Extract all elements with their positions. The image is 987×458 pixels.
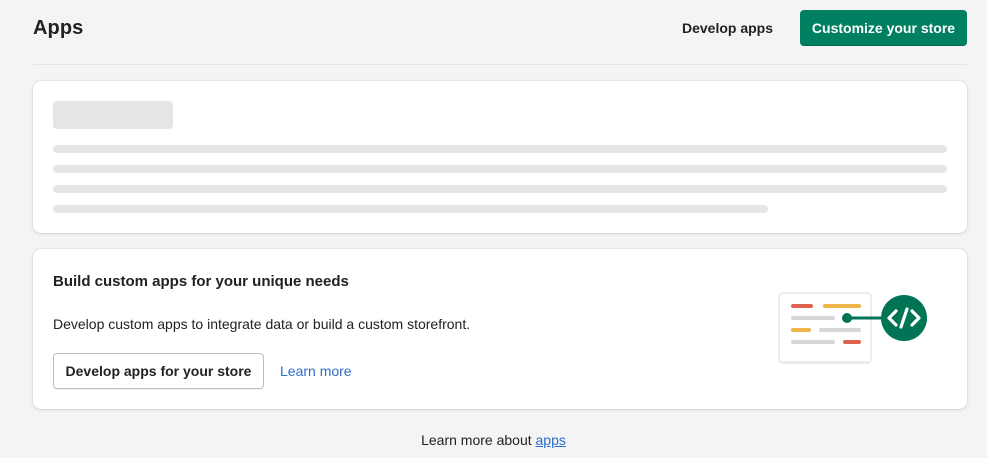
build-custom-apps-card: Build custom apps for your unique needs …	[33, 249, 967, 409]
code-document-illustration	[778, 292, 927, 364]
header-divider	[33, 64, 967, 65]
card-title: Build custom apps for your unique needs	[53, 273, 349, 290]
footer-learn-more: Learn more about apps	[0, 432, 987, 448]
develop-apps-button[interactable]: Develop apps	[668, 12, 787, 44]
code-brackets-icon	[778, 292, 927, 364]
loading-skeleton-card	[33, 81, 967, 233]
customize-store-button[interactable]: Customize your store	[800, 10, 967, 46]
skeleton-line	[53, 185, 947, 193]
header-actions: Develop apps Customize your store	[668, 10, 967, 46]
skeleton-line	[53, 145, 947, 153]
skeleton-line	[53, 165, 947, 173]
skeleton-line	[53, 205, 768, 213]
page-header: Apps Develop apps Customize your store	[33, 8, 967, 48]
develop-apps-for-store-button[interactable]: Develop apps for your store	[53, 353, 264, 389]
learn-more-link[interactable]: Learn more	[280, 363, 352, 379]
page-title: Apps	[33, 16, 84, 39]
footer-text: Learn more about	[421, 432, 536, 448]
apps-help-link[interactable]: apps	[536, 432, 566, 448]
skeleton-title	[53, 101, 173, 129]
card-description: Develop custom apps to integrate data or…	[53, 316, 471, 332]
